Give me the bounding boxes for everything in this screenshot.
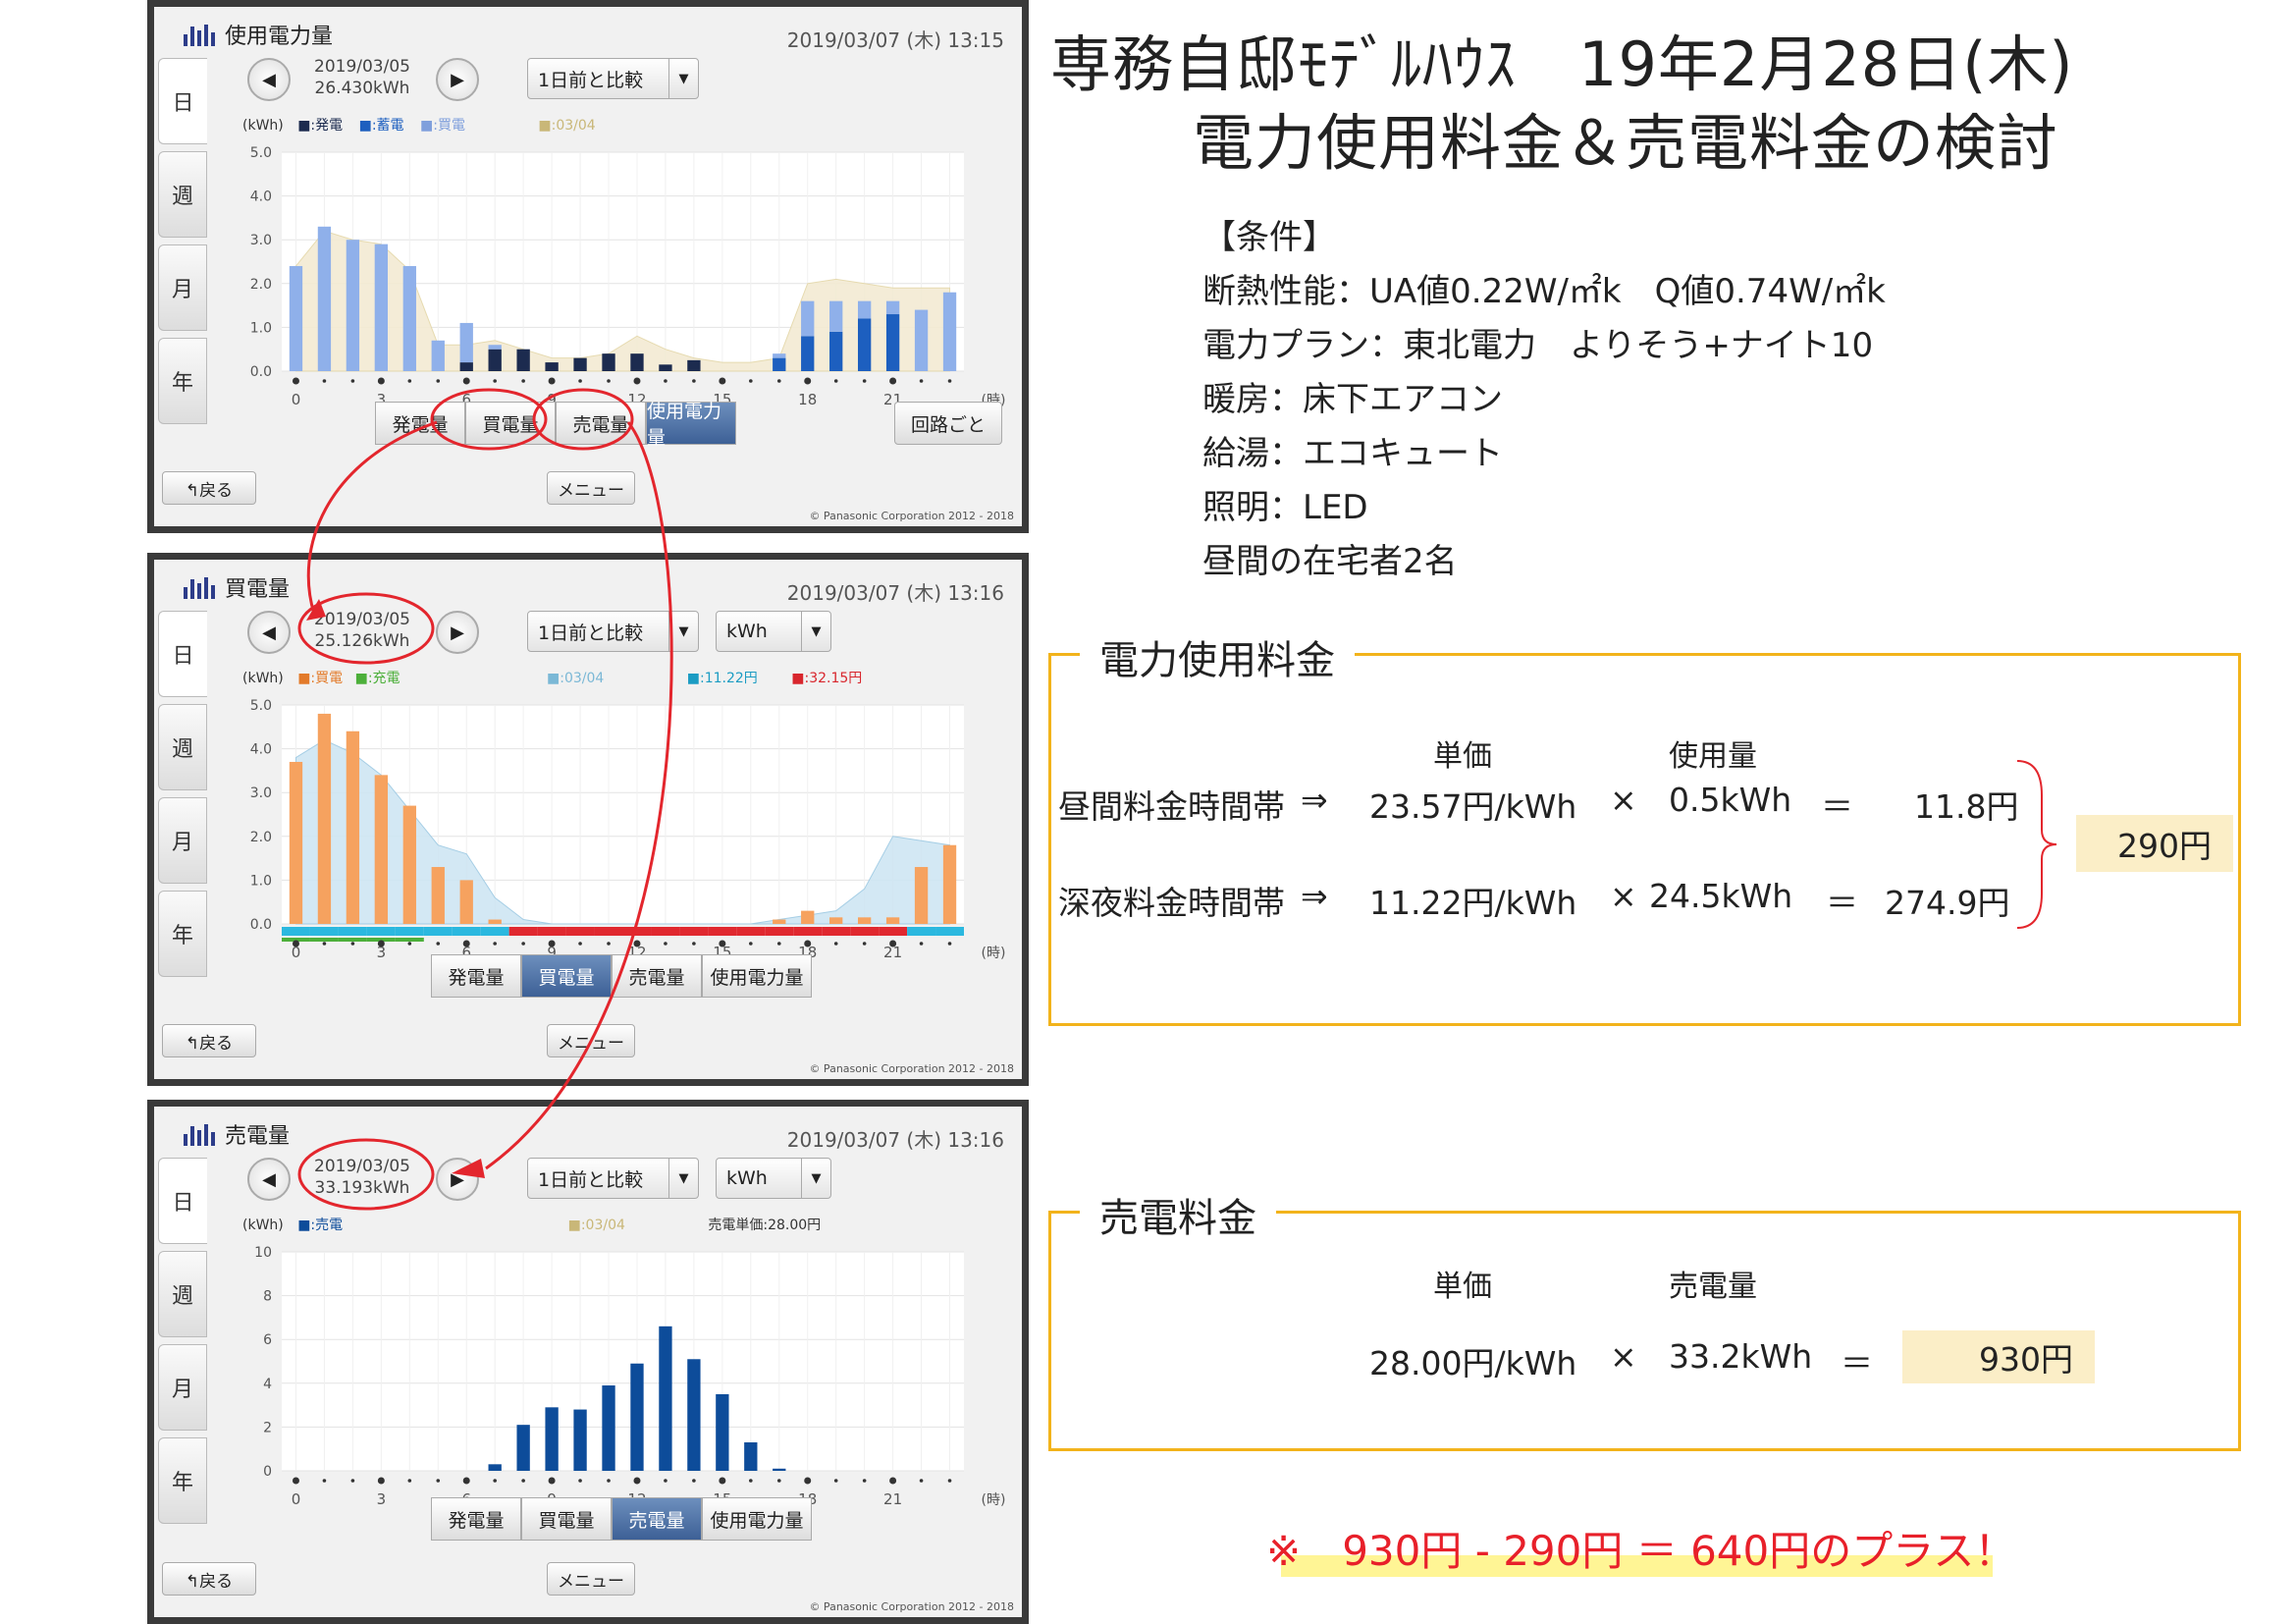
unit-price-header: 単価 [1433, 1270, 1492, 1304]
condition-item: 昼間の在宅者2名 [1202, 542, 1458, 581]
sell-amount: 33.2kWh [1669, 1337, 1813, 1376]
profit-note: ※ 930円 - 290円 ＝ 640円のプラス！ [1266, 1527, 2016, 1575]
arrow-line [306, 420, 438, 615]
sell-highlight-circle [532, 388, 634, 451]
night-usage: 24.5kWh [1649, 877, 1793, 915]
brace-icon [2016, 760, 2057, 929]
sell-fee-title: 売電料金 [1080, 1186, 1276, 1243]
equals-sign: ＝ [1841, 1344, 1873, 1382]
condition-item: 給湯：エコキュート [1202, 434, 1503, 473]
usage-fee-title: 電力使用料金 [1080, 628, 1355, 685]
times-sign: × [1610, 877, 1637, 915]
unit-price-header: 単価 [1433, 739, 1492, 774]
day-usage: 0.5kWh [1669, 781, 1792, 819]
arrow-right-icon: ⇒ [1301, 781, 1328, 819]
arrow-right-icon: ⇒ [1301, 877, 1328, 915]
usage-header: 使用量 [1669, 739, 1757, 774]
times-sign: × [1610, 781, 1637, 819]
main-title-line1: 専務自邸ﾓﾃﾞﾙﾊｳｽ 19年2月28日(木) [1050, 28, 2074, 100]
conditions: 【条件】 断熱性能：UA値0.22W/㎡k Q値0.74W/㎡k 電力プラン：東… [1202, 211, 1886, 589]
main-title-line2: 電力使用料金＆売電料金の検討 [1193, 107, 2059, 179]
day-rate-label: 昼間料金時間帯 [1058, 787, 1285, 826]
times-sign: × [1610, 1337, 1637, 1376]
purchase-highlight-circle [430, 388, 548, 451]
condition-item: 照明：LED [1202, 488, 1368, 527]
usage-total: 290円 [2076, 815, 2233, 872]
condition-item: 断熱性能：UA値0.22W/㎡k Q値0.74W/㎡k [1202, 272, 1886, 311]
arrowhead-icon [452, 1159, 485, 1178]
day-result: 11.8円 [1914, 787, 2019, 826]
condition-item: 暖房：床下エアコン [1202, 380, 1503, 419]
sell-result: 930円 [1902, 1330, 2095, 1383]
equals-sign: ＝ [1821, 787, 1853, 826]
arrow-line [485, 421, 673, 1170]
night-unit-price: 11.22円/kWh [1369, 884, 1577, 922]
sell-unit-price: 28.00円/kWh [1369, 1344, 1577, 1382]
equals-sign: ＝ [1826, 884, 1858, 922]
sell-amount-header: 売電量 [1669, 1270, 1757, 1304]
day-unit-price: 23.57円/kWh [1369, 787, 1577, 826]
date-highlight-circle [297, 1138, 435, 1211]
condition-item: 電力プラン：東北電力 よりそう+ナイト10 [1202, 326, 1874, 365]
night-result: 274.9円 [1885, 884, 2010, 922]
conditions-heading: 【条件】 [1202, 218, 1336, 257]
night-rate-label: 深夜料金時間帯 [1058, 884, 1285, 922]
